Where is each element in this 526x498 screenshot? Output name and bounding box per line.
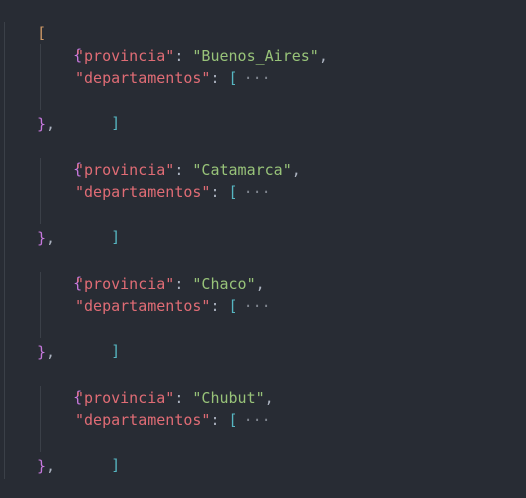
json-key-departamentos: "departamentos" <box>75 183 211 201</box>
array-close-bracket: ] <box>111 456 121 474</box>
comma: , <box>46 115 56 133</box>
object-close-brace: } <box>37 229 47 247</box>
code-line[interactable]: "departamentos": [ ··· <box>75 295 271 317</box>
code-line[interactable]: }, <box>37 455 55 477</box>
code-line[interactable]: { <box>37 250 82 292</box>
json-value-provincia: "Buenos_Aires" <box>192 47 319 65</box>
array-close-bracket: ] <box>111 342 121 360</box>
object-close-brace: } <box>37 457 47 475</box>
code-editor[interactable]: [ { "provincia": "Buenos_Aires", "depart… <box>0 0 526 479</box>
array-open-bracket: [ <box>228 411 238 429</box>
array-open-bracket: [ <box>228 297 238 315</box>
code-line[interactable]: { <box>37 136 82 178</box>
comma: , <box>291 161 301 179</box>
colon: : <box>210 297 229 315</box>
colon: : <box>210 69 229 87</box>
colon: : <box>174 161 193 179</box>
folded-region-ellipsis-icon[interactable]: ··· <box>244 297 271 315</box>
json-key-departamentos: "departamentos" <box>75 69 211 87</box>
json-value-provincia: "Chubut" <box>192 389 265 407</box>
comma: , <box>255 275 265 293</box>
json-key-provincia: "provincia" <box>75 275 175 293</box>
array-open-bracket: [ <box>228 69 238 87</box>
json-key-provincia: "provincia" <box>75 161 175 179</box>
comma: , <box>46 229 56 247</box>
comma: , <box>46 343 56 361</box>
code-line[interactable]: "departamentos": [ ··· <box>75 67 271 89</box>
code-line[interactable]: "provincia": "Chaco", <box>75 273 265 295</box>
json-value-provincia: "Catamarca" <box>192 161 292 179</box>
comma: , <box>46 457 56 475</box>
json-key-departamentos: "departamentos" <box>75 411 211 429</box>
code-line[interactable]: }, <box>37 341 55 363</box>
object-close-brace: } <box>37 115 47 133</box>
code-line[interactable]: "departamentos": [ ··· <box>75 409 271 431</box>
code-line[interactable]: "provincia": "Catamarca", <box>75 159 301 181</box>
code-line[interactable]: ] <box>75 90 120 132</box>
colon: : <box>174 389 193 407</box>
code-line[interactable]: { <box>37 22 82 64</box>
object-close-brace: } <box>37 343 47 361</box>
code-line[interactable]: }, <box>37 113 55 135</box>
code-line[interactable]: { <box>37 364 82 406</box>
array-open-bracket: [ <box>228 183 238 201</box>
colon: : <box>174 275 193 293</box>
code-line[interactable]: "departamentos": [ ··· <box>75 181 271 203</box>
array-close-bracket: ] <box>111 114 121 132</box>
code-line[interactable]: ] <box>75 204 120 246</box>
code-line[interactable]: ] <box>75 432 120 474</box>
folded-region-ellipsis-icon[interactable]: ··· <box>244 69 271 87</box>
code-line[interactable]: ] <box>75 318 120 360</box>
indent-guide <box>4 22 5 479</box>
json-key-provincia: "provincia" <box>75 389 175 407</box>
code-line[interactable]: "provincia": "Buenos_Aires", <box>75 45 328 67</box>
code-line[interactable]: [ <box>1 0 46 42</box>
json-key-provincia: "provincia" <box>75 47 175 65</box>
array-close-bracket: ] <box>111 228 121 246</box>
colon: : <box>174 47 193 65</box>
colon: : <box>210 411 229 429</box>
folded-region-ellipsis-icon[interactable]: ··· <box>244 183 271 201</box>
code-line[interactable]: }, <box>37 227 55 249</box>
folded-region-ellipsis-icon[interactable]: ··· <box>244 411 271 429</box>
code-line[interactable]: "provincia": "Chubut", <box>75 387 274 409</box>
colon: : <box>210 183 229 201</box>
comma: , <box>264 389 274 407</box>
json-key-departamentos: "departamentos" <box>75 297 211 315</box>
comma: , <box>318 47 328 65</box>
json-value-provincia: "Chaco" <box>192 275 256 293</box>
